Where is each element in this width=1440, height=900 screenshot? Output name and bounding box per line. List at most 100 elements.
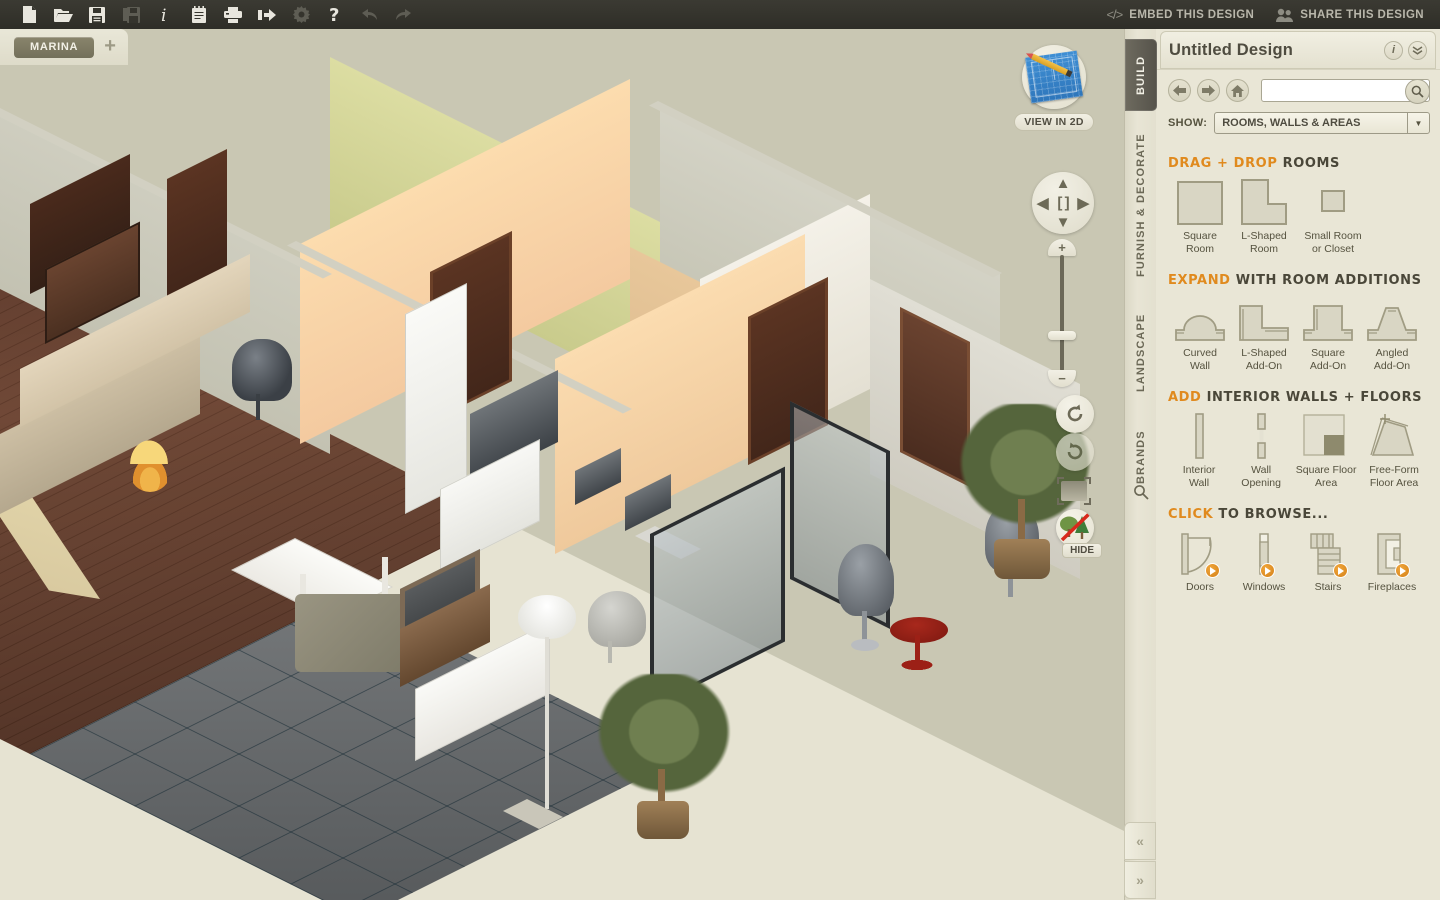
section-title-accent-3: ADD <box>1168 390 1202 405</box>
rotate-counterclockwise-icon <box>1067 404 1083 422</box>
l-shaped-addon-icon <box>1238 294 1290 342</box>
sofa-armchair <box>295 594 415 672</box>
pan-up-button[interactable]: ▲ <box>1056 175 1071 192</box>
chevron-down-icon[interactable]: ▼ <box>1407 113 1429 133</box>
square-floor-area-icon <box>1302 411 1350 459</box>
design-tab-marina[interactable]: MARINA <box>14 36 95 58</box>
view-in-2d-control[interactable]: VIEW IN 2D <box>1006 45 1102 131</box>
svg-text:i: i <box>161 6 166 23</box>
pan-right-button[interactable]: ▶ <box>1077 194 1089 212</box>
tool-free-form-floor-area[interactable]: Free-Form Floor Area <box>1360 411 1428 489</box>
print-button[interactable] <box>216 0 250 29</box>
rail-tab-build[interactable]: BUILD <box>1125 39 1157 111</box>
center-view-button[interactable]: [ ] <box>1057 195 1069 212</box>
curved-wall-icon <box>1174 294 1226 342</box>
section-title-rooms: DRAG + DROP ROOMS <box>1168 156 1428 171</box>
section-interior-walls-floors: ADD INTERIOR WALLS + FLOORS Interior Wall <box>1156 374 1440 491</box>
section-click-to-browse: CLICK TO BROWSE... Doors Windows Stairs … <box>1156 491 1440 596</box>
tool-angled-addon[interactable]: Angled Add-On <box>1360 294 1424 372</box>
zoom-slider-control[interactable]: + − <box>1048 239 1076 387</box>
panel-forward-button[interactable] <box>1197 79 1220 102</box>
tool-small-room-closet[interactable]: Small Room or Closet <box>1296 177 1370 255</box>
browse-badge-icon <box>1260 563 1275 578</box>
view-in-2d-icon-button[interactable] <box>1022 45 1086 109</box>
browse-doors[interactable]: Doors <box>1168 528 1232 594</box>
door-icon <box>1178 528 1222 578</box>
tool-l-shaped-addon[interactable]: L-Shaped Add-On <box>1232 294 1296 372</box>
panel-collapse-chevron-button[interactable] <box>1408 40 1427 60</box>
share-this-design-button[interactable]: SHARE THIS DESIGN <box>1276 8 1424 22</box>
browse-windows[interactable]: Windows <box>1232 528 1296 594</box>
panel-info-button[interactable]: i <box>1384 40 1403 60</box>
navigation-pad[interactable]: ▲ ▼ ◀ ▶ [ ] <box>1032 172 1094 234</box>
redo-button[interactable] <box>386 0 420 29</box>
help-button[interactable]: ? <box>318 0 352 29</box>
tool-interior-wall-label: Interior Wall <box>1182 464 1216 489</box>
browse-fireplaces-label: Fireplaces <box>1367 581 1417 593</box>
tool-curved-wall[interactable]: Curved Wall <box>1168 294 1232 372</box>
save-button[interactable] <box>80 0 114 29</box>
view-in-2d-label[interactable]: VIEW IN 2D <box>1014 113 1094 131</box>
show-label: SHOW: <box>1168 117 1208 129</box>
show-select[interactable]: ROOMS, WALLS & AREAS ▼ <box>1214 112 1430 134</box>
collapse-panel-button[interactable]: « <box>1124 822 1156 860</box>
browse-grid: Doors Windows Stairs Fireplaces <box>1168 528 1428 594</box>
zoom-in-button[interactable]: + <box>1048 239 1076 256</box>
tool-interior-wall[interactable]: Interior Wall <box>1168 411 1230 489</box>
zoom-slider-handle[interactable] <box>1048 331 1076 340</box>
tool-wall-opening[interactable]: Wall Opening <box>1230 411 1292 489</box>
hide-plants-label[interactable]: HIDE <box>1062 543 1102 558</box>
panel-search-field[interactable] <box>1261 79 1430 104</box>
rotate-clockwise-button[interactable] <box>1056 433 1094 471</box>
show-select-value: ROOMS, WALLS & AREAS <box>1222 117 1361 129</box>
browse-fireplaces[interactable]: Fireplaces <box>1360 528 1424 594</box>
add-design-tab-button[interactable]: + <box>100 36 120 56</box>
zoom-slider-track[interactable] <box>1060 255 1064 371</box>
save-as-button[interactable] <box>114 0 148 29</box>
browse-windows-label: Windows <box>1242 581 1286 593</box>
screenshot-frame-button[interactable] <box>1057 477 1091 505</box>
info-button[interactable]: i <box>148 0 182 29</box>
rail-tab-landscape[interactable]: LANDSCAPE <box>1125 297 1157 409</box>
search-input[interactable] <box>1262 84 1429 97</box>
design-viewport-3d[interactable]: VIEW IN 2D ▲ ▼ ◀ ▶ [ ] + − HIDE <box>0 29 1124 900</box>
browse-stairs[interactable]: Stairs <box>1296 528 1360 594</box>
rooms-grid: Square Room L-Shaped Room Small Room or … <box>1168 177 1428 255</box>
browse-stairs-label: Stairs <box>1314 581 1342 593</box>
tool-square-floor-area[interactable]: Square Floor Area <box>1292 411 1360 489</box>
tool-square-addon[interactable]: Square Add-On <box>1296 294 1360 372</box>
rail-tab-furnish-decorate[interactable]: FURNISH & DECORATE <box>1125 121 1157 289</box>
free-form-floor-area-icon <box>1369 411 1419 459</box>
pan-left-button[interactable]: ◀ <box>1037 194 1049 212</box>
rail-search-button[interactable] <box>1133 484 1149 505</box>
panel-sections: DRAG + DROP ROOMS Square Room L-Shaped R… <box>1156 144 1440 596</box>
office-chair-post <box>256 394 260 420</box>
embed-this-design-button[interactable]: </> EMBED THIS DESIGN <box>1106 7 1254 22</box>
search-icon <box>1411 85 1424 98</box>
tool-l-shaped-room[interactable]: L-Shaped Room <box>1232 177 1296 255</box>
additions-grid: Curved Wall L-Shaped Add-On Square Add-O… <box>1168 294 1428 372</box>
undo-button[interactable] <box>352 0 386 29</box>
expand-panel-button[interactable]: » <box>1124 861 1156 899</box>
zoom-out-button[interactable]: − <box>1048 370 1076 387</box>
swivel-chair-1-post <box>608 641 612 663</box>
pan-down-button[interactable]: ▼ <box>1056 214 1071 231</box>
tool-square-room[interactable]: Square Room <box>1168 177 1232 255</box>
tool-angled-addon-label: Angled Add-On <box>1373 347 1411 372</box>
l-shaped-room-icon <box>1241 177 1287 225</box>
open-folder-button[interactable] <box>46 0 80 29</box>
panel-home-button[interactable] <box>1226 79 1249 102</box>
notes-button[interactable] <box>182 0 216 29</box>
hide-plants-button[interactable] <box>1056 509 1094 547</box>
search-submit-button[interactable] <box>1405 79 1430 104</box>
window-icon <box>1251 528 1277 578</box>
export-button[interactable] <box>250 0 284 29</box>
browse-badge-icon <box>1205 563 1220 578</box>
rotate-counterclockwise-button[interactable] <box>1056 395 1094 433</box>
small-room-icon <box>1321 177 1345 225</box>
tool-square-room-label: Square Room <box>1183 230 1217 255</box>
settings-gear-button[interactable] <box>284 0 318 29</box>
section-title-browse: CLICK TO BROWSE... <box>1168 507 1428 522</box>
panel-back-button[interactable] <box>1168 79 1191 102</box>
new-document-button[interactable] <box>12 0 46 29</box>
